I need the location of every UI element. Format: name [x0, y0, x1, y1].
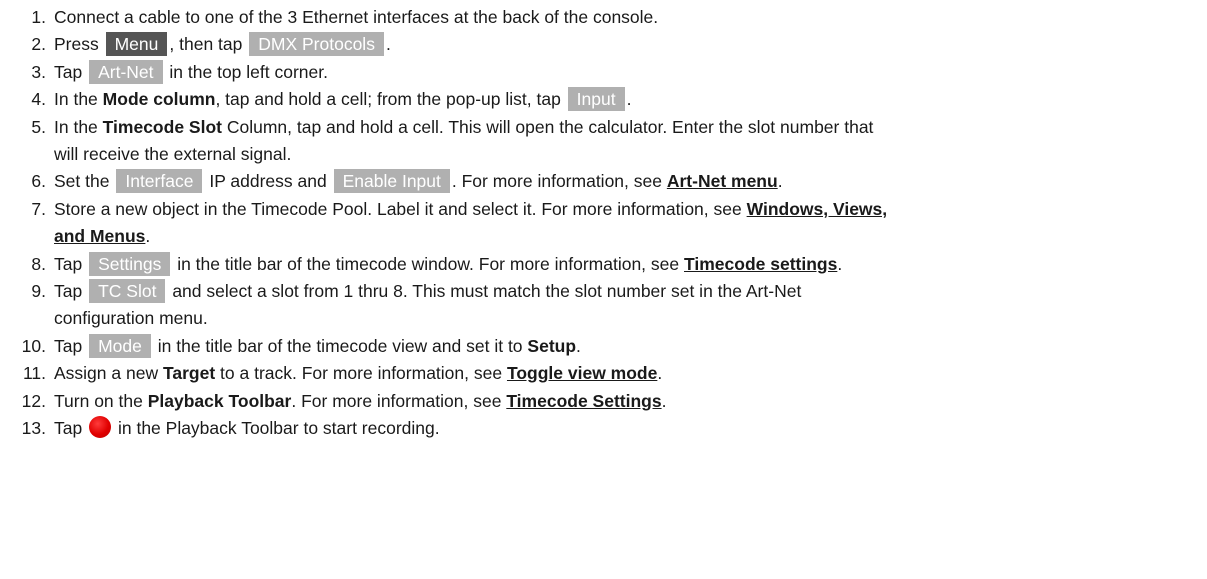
step-number: 10.	[21, 335, 46, 356]
mode-button[interactable]: Mode	[89, 333, 151, 358]
input-button[interactable]: Input	[567, 87, 625, 112]
step-text: .	[657, 363, 663, 384]
step-1: 1. Connect a cable to one of the 3 Ether…	[0, 4, 1200, 31]
step-number: 8.	[31, 253, 46, 274]
and-menus-link[interactable]: and Menus	[54, 226, 145, 246]
target-label: Target	[162, 363, 216, 384]
step-text: Tap	[54, 335, 83, 356]
step-number: 12.	[21, 390, 46, 411]
step-text-line-2: configuration menu.	[54, 308, 208, 329]
step-3: 3. Tap Art-Net in the top left corner.	[0, 59, 1200, 86]
record-icon[interactable]	[89, 416, 112, 439]
step-number: 2.	[31, 34, 46, 55]
step-text: . For more information, see	[451, 171, 662, 192]
tc-slot-button[interactable]: TC Slot	[89, 279, 166, 304]
step-text: .	[626, 89, 632, 110]
step-text: Store a new object in the Timecode Pool.…	[54, 198, 742, 219]
instruction-list: 1. Connect a cable to one of the 3 Ether…	[0, 4, 1200, 443]
timecode-settings-link[interactable]: Timecode settings	[684, 254, 837, 274]
step-number: 7.	[31, 198, 46, 219]
step-5: 5. In the Timecode Slot Column, tap and …	[0, 114, 1200, 169]
step-text: .	[661, 390, 667, 411]
step-text: Set the	[54, 171, 110, 192]
step-text: Tap	[54, 418, 83, 439]
step-text: , then tap	[169, 34, 243, 55]
step-text: Tap	[54, 253, 83, 274]
step-text: . For more information, see	[291, 390, 502, 411]
step-13: 13. Tap in the Playback Toolbar to start…	[0, 415, 1200, 442]
enable-input-button[interactable]: Enable Input	[333, 169, 450, 194]
step-text: .	[837, 253, 843, 274]
step-text: in the title bar of the timecode window.…	[177, 253, 680, 274]
step-text: and select a slot from 1 thru 8. This mu…	[172, 281, 802, 302]
step-12: 12. Turn on the Playback Toolbar. For mo…	[0, 388, 1200, 415]
step-text-line-2: will receive the external signal.	[54, 144, 292, 165]
step-text: Press	[54, 34, 99, 55]
toggle-view-mode-link[interactable]: Toggle view mode	[507, 363, 657, 383]
mode-column-label: Mode column	[102, 89, 216, 110]
step-number: 6.	[31, 171, 46, 192]
windows-views-link[interactable]: Windows, Views,	[747, 199, 888, 219]
step-text: Assign a new	[54, 363, 159, 384]
step-text: in the title bar of the timecode view an…	[157, 335, 523, 356]
step-text: Column, tap and hold a cell. This will o…	[226, 116, 874, 137]
step-number: 1.	[31, 7, 46, 27]
step-8: 8. Tap Settings in the title bar of the …	[0, 251, 1200, 278]
step-text: Tap	[54, 281, 83, 302]
step-2: 2. Press Menu, then tap DMX Protocols.	[0, 31, 1200, 58]
step-text: IP address and	[209, 171, 327, 192]
step-number: 5.	[31, 116, 46, 137]
step-9: 9. Tap TC Slot and select a slot from 1 …	[0, 278, 1200, 333]
step-text: in the top left corner.	[169, 61, 328, 82]
timecode-slot-label: Timecode Slot	[102, 116, 222, 137]
art-net-menu-link[interactable]: Art-Net menu	[667, 171, 778, 191]
step-number: 4.	[31, 89, 46, 110]
step-text: .	[576, 335, 581, 356]
step-text-line-2: and Menus.	[54, 223, 1200, 250]
step-4: 4. In the Mode column, tap and hold a ce…	[0, 86, 1200, 113]
step-number: 13.	[21, 418, 46, 439]
step-number: 9.	[31, 281, 46, 302]
interface-button[interactable]: Interface	[116, 169, 203, 194]
step-text: .	[385, 34, 391, 55]
step-number: 3.	[31, 61, 46, 82]
step-7: 7. Store a new object in the Timecode Po…	[0, 196, 1200, 251]
art-net-button[interactable]: Art-Net	[89, 59, 163, 84]
dmx-protocols-button[interactable]: DMX Protocols	[249, 32, 384, 57]
step-text: to a track. For more information, see	[220, 363, 503, 384]
step-6: 6. Set the Interface IP address and Enab…	[0, 168, 1200, 195]
setup-label: Setup	[527, 335, 577, 356]
step-text: Connect a cable to one of the 3 Ethernet…	[54, 7, 659, 27]
step-text: , tap and hold a cell; from the pop-up l…	[215, 89, 561, 110]
step-number: 11.	[22, 363, 46, 384]
settings-button[interactable]: Settings	[89, 251, 171, 276]
step-text: .	[145, 226, 151, 247]
step-text: in the Playback Toolbar to start recordi…	[117, 418, 440, 439]
step-text: Tap	[54, 61, 83, 82]
step-text: In the	[54, 116, 98, 137]
step-10: 10. Tap Mode in the title bar of the tim…	[0, 333, 1200, 360]
step-text: .	[777, 171, 783, 192]
menu-button[interactable]: Menu	[105, 32, 168, 57]
step-11: 11. Assign a new Target to a track. For …	[0, 360, 1200, 387]
step-text: Turn on the	[54, 390, 143, 411]
playback-toolbar-label: Playback Toolbar	[147, 390, 292, 411]
step-text: In the	[54, 89, 98, 110]
timecode-settings-link-2[interactable]: Timecode Settings	[506, 391, 661, 411]
